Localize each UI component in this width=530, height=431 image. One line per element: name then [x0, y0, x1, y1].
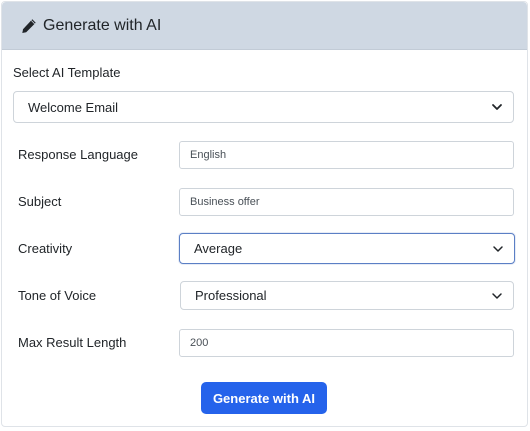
language-input[interactable]: English	[179, 141, 514, 169]
tone-label: Tone of Voice	[18, 288, 97, 303]
template-select[interactable]: Welcome Email	[13, 91, 514, 123]
pencil-icon	[21, 18, 37, 34]
subject-input[interactable]: Business offer	[179, 188, 514, 216]
chevron-down-icon	[492, 243, 504, 255]
tone-select[interactable]: Professional	[180, 281, 514, 310]
chevron-down-icon	[491, 101, 503, 113]
tone-select-value: Professional	[195, 288, 267, 303]
creativity-select-value: Average	[194, 241, 243, 256]
max-length-input[interactable]: 200	[179, 329, 514, 357]
card-header: Generate with AI	[2, 2, 527, 50]
creativity-label: Creativity	[18, 241, 73, 256]
creativity-select[interactable]: Average	[179, 233, 515, 264]
ai-generate-card: Generate with AI Select AI Template Welc…	[1, 1, 528, 427]
subject-label: Subject	[18, 194, 62, 209]
generate-button[interactable]: Generate with AI	[201, 382, 327, 414]
card-title: Generate with AI	[43, 16, 162, 34]
max-length-label: Max Result Length	[18, 335, 127, 350]
template-select-value: Welcome Email	[28, 99, 119, 115]
template-label: Select AI Template	[13, 65, 121, 80]
language-label: Response Language	[18, 147, 138, 162]
chevron-down-icon	[491, 290, 503, 302]
